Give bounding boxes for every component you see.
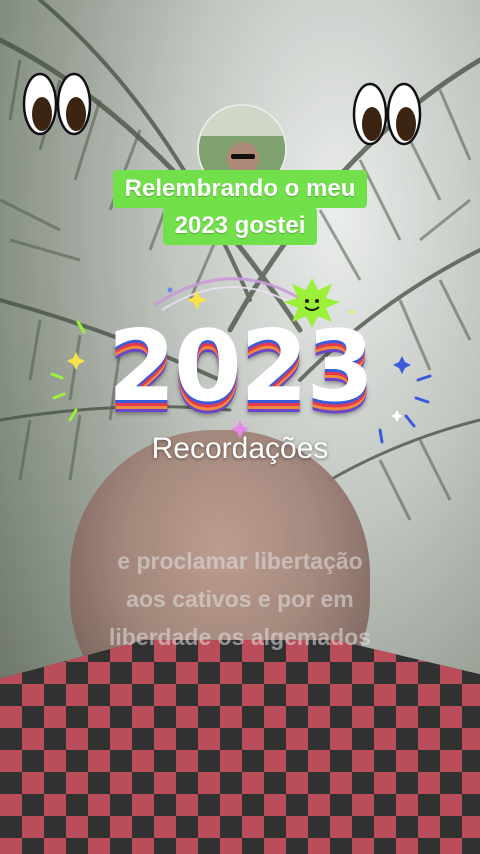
eyes-emoji-icon <box>352 82 422 146</box>
caption-line-2: 2023 gostei <box>162 207 318 245</box>
video-caption: Relembrando o meu 2023 gostei <box>0 170 480 245</box>
year-title: 2023 <box>107 310 375 424</box>
caption-line-1: Relembrando o meu <box>112 170 368 208</box>
eyes-emoji-icon <box>22 72 92 136</box>
quote-overlay: e proclamar libertação aos cativos e por… <box>0 542 480 656</box>
quote-line-1: e proclamar libertação <box>117 548 363 574</box>
quote-line-2: aos cativos e por em <box>126 586 354 612</box>
memories-sticker: 2023 Recordações <box>40 260 440 470</box>
quote-line-3: liberdade os algemados <box>108 624 372 650</box>
video-frame[interactable]: Relembrando o meu 2023 gostei 2023 Recor… <box>0 0 480 854</box>
memories-label: Recordações <box>151 432 329 465</box>
